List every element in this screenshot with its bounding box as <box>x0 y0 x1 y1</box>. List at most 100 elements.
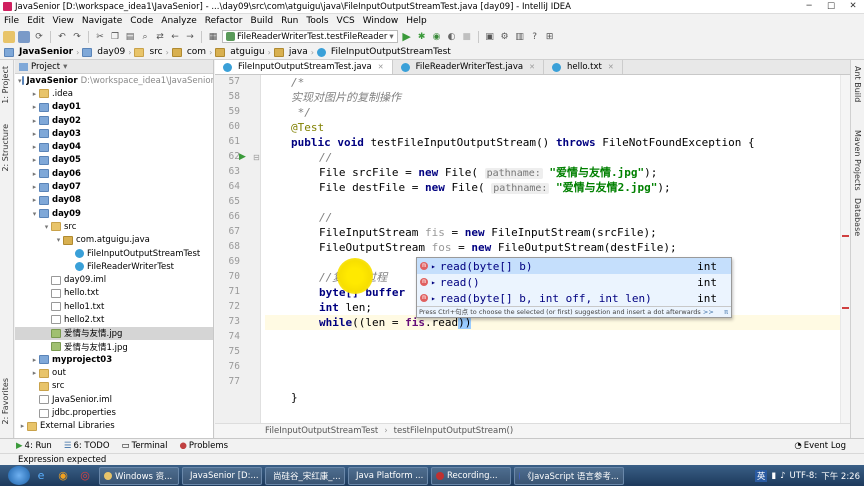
todo-tool-button[interactable]: ☰ 6: TODO <box>64 441 110 451</box>
expand-arrow-icon[interactable]: ▾ <box>30 210 39 218</box>
nav-crumb-fileinputoutputstreamtest[interactable]: FileInputOutputStreamTest <box>316 47 451 57</box>
save-icon[interactable] <box>18 30 30 43</box>
expand-arrow-icon[interactable]: ▸ <box>30 117 39 125</box>
expand-arrow-icon[interactable]: ▸ <box>30 143 39 151</box>
close-icon[interactable]: ✕ <box>608 63 614 71</box>
chrome-icon[interactable]: ◎ <box>74 467 96 485</box>
taskbar-button[interactable]: 尚硅谷_宋红康_... <box>265 466 345 485</box>
tree-item[interactable]: ▸ day02 <box>15 114 213 127</box>
expand-arrow-icon[interactable]: ▸ <box>18 422 27 430</box>
tree-item[interactable]: ▾ day09 <box>15 207 213 220</box>
menu-build[interactable]: Build <box>247 16 278 26</box>
completion-item[interactable]: m ▸ read(byte[] b) int <box>417 258 731 274</box>
tree-item[interactable]: ▸ day08 <box>15 194 213 207</box>
media-player-icon[interactable]: ◉ <box>52 467 74 485</box>
expand-arrow-icon[interactable]: ▸ <box>30 130 39 138</box>
nav-crumb-day09[interactable]: day09 <box>82 47 125 57</box>
taskbar-button[interactable]: Java Platform ... <box>348 466 428 485</box>
paste-icon[interactable]: ▤ <box>124 31 136 43</box>
debug-icon[interactable]: ✱ <box>416 31 428 43</box>
ime-indicator[interactable]: 英 <box>754 469 768 482</box>
completion-item[interactable]: m ▸ read() int <box>417 274 731 290</box>
volume-icon[interactable]: ♪ <box>780 471 785 481</box>
tree-item[interactable]: 爱情与友情.jpg <box>15 326 213 340</box>
editor-scrollbar[interactable] <box>840 75 850 423</box>
breadcrumb-method[interactable]: testFileInputOutputStream() <box>394 426 513 436</box>
editor-tab[interactable]: FileInputOutputStreamTest.java ✕ <box>215 60 393 74</box>
nav-crumb-atguigu[interactable]: atguigu <box>215 47 265 57</box>
coverage-icon[interactable]: ◉ <box>431 31 443 43</box>
tree-item[interactable]: ▸ myproject03 <box>15 353 213 366</box>
clock[interactable]: 下午 2:26 <box>821 470 860 482</box>
nav-crumb-com[interactable]: com <box>171 47 206 57</box>
expand-arrow-icon[interactable]: ▸ <box>30 196 39 204</box>
tree-item[interactable]: JavaSenior.iml <box>15 393 213 406</box>
expand-arrow-icon[interactable]: ▾ <box>54 236 63 244</box>
expand-arrow-icon[interactable]: ▸ <box>30 183 39 191</box>
close-icon[interactable]: ✕ <box>529 63 535 71</box>
menu-analyze[interactable]: Analyze <box>157 16 200 26</box>
network-icon[interactable]: ▮ <box>771 471 776 481</box>
open-folder-icon[interactable] <box>3 30 15 43</box>
error-marker[interactable] <box>842 235 849 237</box>
taskbar-button[interactable]: Windows 资... <box>99 466 179 485</box>
stop-icon[interactable]: ■ <box>461 31 473 43</box>
undo-icon[interactable]: ↶ <box>56 31 68 43</box>
expand-arrow-icon[interactable]: ▸ <box>30 369 39 377</box>
tree-item[interactable]: hello.txt <box>15 287 213 300</box>
pin-icon[interactable]: π <box>724 307 728 317</box>
project-tool-button[interactable]: 1: Project <box>1 66 10 104</box>
terminal-tool-button[interactable]: ▭ Terminal <box>122 441 168 451</box>
structure-icon[interactable]: ⊞ <box>544 31 556 43</box>
tree-item[interactable]: src <box>15 380 213 393</box>
replace-icon[interactable]: ⇄ <box>154 31 166 43</box>
back-icon[interactable]: ← <box>169 31 181 43</box>
settings-icon[interactable]: ⚙ <box>499 31 511 43</box>
expand-arrow-icon[interactable]: ▾ <box>18 77 22 85</box>
expand-arrow-icon[interactable]: ▸ <box>30 103 39 111</box>
problems-tool-button[interactable]: ● Problems <box>180 441 229 451</box>
project-structure-icon[interactable]: ▣ <box>484 31 496 43</box>
maximize-icon[interactable]: □ <box>820 0 842 13</box>
menu-code[interactable]: Code <box>126 16 157 26</box>
help-icon[interactable]: ? <box>529 31 541 43</box>
tree-item[interactable]: jdbc.properties <box>15 406 213 419</box>
find-icon[interactable]: ⌕ <box>139 31 151 43</box>
structure-tool-button[interactable]: 2: Structure <box>1 124 10 172</box>
tree-item[interactable]: FileReaderWriterTest <box>15 260 213 273</box>
database-tool-button[interactable]: Database <box>853 198 862 236</box>
menu-tools[interactable]: Tools <box>302 16 332 26</box>
tree-item[interactable]: ▸ day06 <box>15 167 213 180</box>
menu-help[interactable]: Help <box>402 16 431 26</box>
tree-item[interactable]: ▸ out <box>15 367 213 380</box>
fold-icon[interactable]: ⊟ <box>253 153 260 162</box>
editor-tab[interactable]: FileReaderWriterTest.java ✕ <box>393 60 545 74</box>
copy-icon[interactable]: ❐ <box>109 31 121 43</box>
tree-item[interactable]: ▸ .idea <box>15 87 213 100</box>
menu-navigate[interactable]: Navigate <box>78 16 126 26</box>
start-button[interactable] <box>8 466 30 485</box>
nav-crumb-java[interactable]: java <box>273 47 308 57</box>
run-gutter-icon[interactable]: ▶ <box>239 152 246 162</box>
chevron-down-icon[interactable]: ▾ <box>63 62 67 72</box>
redo-icon[interactable]: ↷ <box>71 31 83 43</box>
tree-item[interactable]: hello1.txt <box>15 300 213 313</box>
build-icon[interactable]: ▦ <box>207 31 219 43</box>
tree-item[interactable]: ▸ External Libraries <box>15 420 213 433</box>
close-icon[interactable]: ✕ <box>842 0 864 13</box>
favorites-tool-button[interactable]: 2: Favorites <box>1 378 10 424</box>
menu-file[interactable]: File <box>0 16 23 26</box>
expand-arrow-icon[interactable]: ▸ <box>30 90 39 98</box>
error-marker[interactable] <box>842 307 849 309</box>
sdk-icon[interactable]: ▥ <box>514 31 526 43</box>
event-log-tool-button[interactable]: ◔ Event Log <box>794 441 846 451</box>
menu-run[interactable]: Run <box>277 16 302 26</box>
tree-item[interactable]: ▸ day04 <box>15 140 213 153</box>
tree-item[interactable]: 爱情与友情1.jpg <box>15 340 213 353</box>
cut-icon[interactable]: ✂ <box>94 31 106 43</box>
menu-edit[interactable]: Edit <box>23 16 48 26</box>
run-tool-button[interactable]: ▶ 4: Run <box>16 441 52 451</box>
menu-refactor[interactable]: Refactor <box>201 16 247 26</box>
code-editor[interactable]: /* 实现对图片的复制操作 */ @Test public void testF… <box>265 75 850 423</box>
tree-item[interactable]: ▸ day07 <box>15 180 213 193</box>
